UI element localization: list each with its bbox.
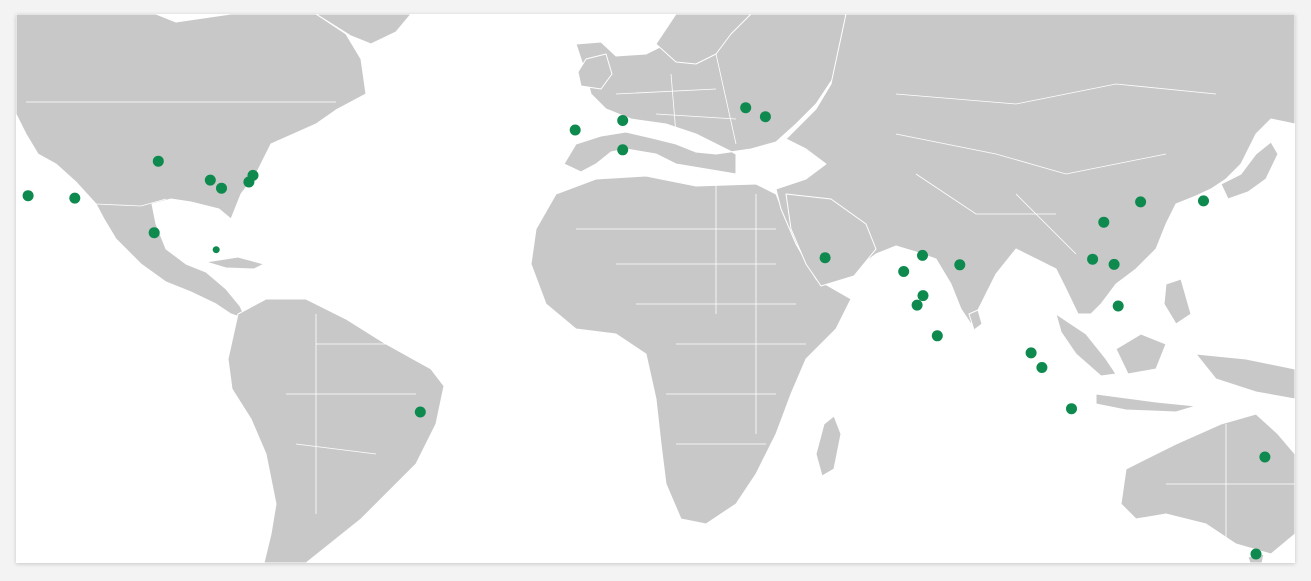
location-marker[interactable] [152,155,164,167]
location-marker[interactable] [1250,548,1262,560]
madagascar [815,415,842,477]
location-marker[interactable] [1259,451,1271,463]
location-marker[interactable] [617,144,629,156]
location-marker[interactable] [69,192,81,204]
location-marker[interactable] [740,102,752,114]
location-marker[interactable] [819,252,831,264]
location-marker[interactable] [148,227,160,239]
map-card[interactable] [16,14,1295,563]
location-marker[interactable] [1025,347,1037,359]
page [0,0,1311,581]
location-marker[interactable] [1108,258,1120,270]
location-marker[interactable] [1066,403,1077,415]
location-marker[interactable] [22,190,34,202]
location-marker[interactable] [898,266,910,277]
location-marker[interactable] [1098,216,1110,228]
location-marker[interactable] [1135,196,1147,208]
location-marker[interactable] [212,246,220,254]
world-map[interactable] [16,14,1295,563]
location-marker[interactable] [1112,300,1124,312]
asia [775,14,1295,325]
north-america [16,14,367,320]
location-marker[interactable] [759,111,771,123]
location-marker[interactable] [917,249,928,261]
location-marker[interactable] [931,330,943,342]
location-marker[interactable] [569,124,581,136]
location-marker[interactable] [911,299,923,311]
location-marker[interactable] [954,259,966,271]
location-marker[interactable] [204,174,216,186]
south-america [227,298,445,563]
location-marker[interactable] [917,290,929,302]
location-marker[interactable] [1087,253,1099,265]
location-marker[interactable] [216,182,227,194]
location-marker[interactable] [243,176,255,188]
location-marker[interactable] [1036,362,1048,373]
caribbean [205,256,265,270]
land-layer [16,14,1295,563]
location-marker[interactable] [617,115,629,126]
location-marker[interactable] [414,406,426,418]
location-marker[interactable] [1198,195,1209,207]
sri-lanka [968,309,983,331]
